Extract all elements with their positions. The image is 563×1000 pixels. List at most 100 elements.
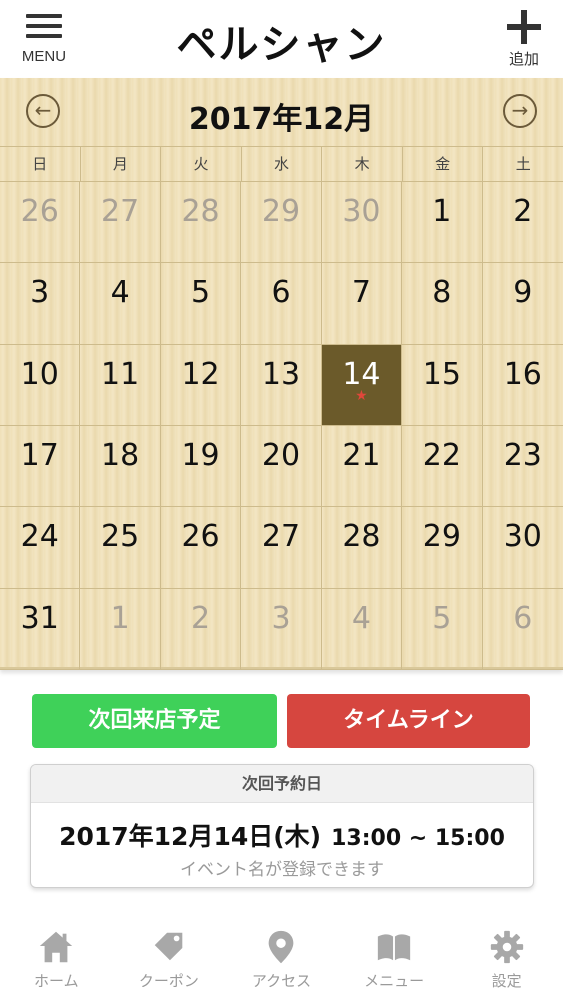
day-number: 25 xyxy=(101,519,140,555)
timeline-button[interactable]: タイムライン xyxy=(287,694,530,748)
bottom-tab-bar: ホーム クーポン アクセス メニュー 設定 xyxy=(0,920,563,1000)
calendar-day[interactable]: 6 xyxy=(241,263,322,345)
calendar-day[interactable]: 5 xyxy=(160,263,242,345)
next-visit-button[interactable]: 次回来店予定 xyxy=(32,694,277,748)
day-number: 1 xyxy=(110,600,130,636)
app-title: ペルシャン xyxy=(176,21,387,68)
calendar-day[interactable]: 8 xyxy=(402,263,483,345)
reservation-date: 2017年12月14日(木) xyxy=(59,822,322,851)
day-number: 6 xyxy=(271,275,291,311)
month-title: 2017年12月 xyxy=(188,102,375,137)
day-number: 16 xyxy=(503,356,542,392)
calendar-day[interactable]: 23 xyxy=(482,426,563,508)
day-number: 2 xyxy=(191,600,211,636)
day-number: 18 xyxy=(101,438,140,473)
reservation-heading: 次回予約日 xyxy=(31,765,533,803)
calendar-day[interactable]: 27 xyxy=(241,507,322,589)
calendar-day[interactable]: 11 xyxy=(80,344,161,426)
day-number: 26 xyxy=(20,194,59,229)
calendar-day[interactable]: 9 xyxy=(482,263,563,345)
day-number: 31 xyxy=(20,600,59,636)
calendar-day[interactable]: 27 xyxy=(80,182,161,264)
calendar-day[interactable]: 5 xyxy=(402,588,483,670)
calendar-day[interactable]: 4 xyxy=(80,263,161,345)
weekday-sat: 土 xyxy=(515,155,531,173)
next-reservation-card[interactable]: 次回予約日 2017年12月14日(木) 13:00 ~ 15:00 イベント名が… xyxy=(30,764,534,888)
calendar-day[interactable]: 6 xyxy=(482,589,563,670)
add-button[interactable]: 追加 xyxy=(501,10,547,68)
calendar-day[interactable]: 3 xyxy=(0,263,81,345)
calendar-day[interactable]: 15 xyxy=(402,344,483,426)
calendar-day[interactable]: 7 xyxy=(321,263,403,345)
calendar-day[interactable]: 30 xyxy=(482,507,563,589)
weekday-thu: 木 xyxy=(322,147,403,181)
day-grid: 26 27 28 29 30 1 2 3 4 5 6 7 8 9 10 11 12 13 14 ★ 15 16 17 18 19… xyxy=(0,182,563,670)
arrow-right-circle-icon: → xyxy=(511,98,529,122)
tab-home[interactable]: ホーム xyxy=(0,920,113,1000)
day-number: 5 xyxy=(432,600,452,636)
reservation-note: イベント名が登録できます xyxy=(180,860,384,880)
calendar-day[interactable]: 3 xyxy=(241,588,322,670)
calendar-day[interactable]: 10 xyxy=(0,344,81,426)
day-number: 27 xyxy=(101,194,140,229)
calendar-day[interactable]: 24 xyxy=(0,507,81,589)
calendar-day[interactable]: 26 xyxy=(160,507,242,589)
tab-access-label: アクセス xyxy=(251,972,312,990)
calendar-day-today[interactable]: 14 ★ xyxy=(321,344,403,426)
calendar-day[interactable]: 20 xyxy=(241,426,322,508)
reservation-time: 13:00 ~ 15:00 xyxy=(331,826,505,851)
weekday-sun: 日 xyxy=(0,147,81,181)
day-number: 30 xyxy=(503,519,542,555)
day-number: 27 xyxy=(261,519,301,555)
next-month-button[interactable]: → xyxy=(503,94,537,128)
calendar-day[interactable]: 21 xyxy=(321,426,403,508)
day-number: 4 xyxy=(110,275,130,311)
tab-home-label: ホーム xyxy=(34,972,79,990)
calendar-day[interactable]: 13 xyxy=(241,344,322,426)
tab-access[interactable]: アクセス xyxy=(225,920,338,1000)
tab-coupon[interactable]: クーポン xyxy=(113,920,226,1000)
calendar-day[interactable]: 1 xyxy=(402,182,483,264)
calendar-day[interactable]: 25 xyxy=(80,507,161,589)
day-number: 21 xyxy=(342,438,381,473)
day-number: 28 xyxy=(342,519,381,555)
calendar-day[interactable]: 31 xyxy=(0,588,81,670)
tab-menu[interactable]: メニュー xyxy=(338,920,451,1000)
day-number: 4 xyxy=(351,600,371,636)
calendar-day[interactable]: 26 xyxy=(0,182,81,264)
weekday-header: 日 月 火 水 木 金 土 xyxy=(0,146,563,182)
calendar-day[interactable]: 2 xyxy=(160,588,242,670)
weekday-wed: 水 xyxy=(242,147,323,181)
calendar-day[interactable]: 28 xyxy=(160,182,242,264)
day-number: 2 xyxy=(513,194,533,229)
weekday-fri: 金 xyxy=(403,147,484,181)
day-number: 14 xyxy=(342,356,381,392)
day-number: 26 xyxy=(181,519,220,555)
gear-icon xyxy=(490,930,523,964)
calendar-day[interactable]: 19 xyxy=(160,426,242,508)
event-star-icon: ★ xyxy=(355,387,368,404)
calendar-day[interactable]: 12 xyxy=(160,344,242,426)
app-header: MENU ペルシャン 追加 xyxy=(0,0,563,78)
calendar-day[interactable]: 4 xyxy=(321,588,403,670)
calendar-day[interactable]: 17 xyxy=(0,426,81,508)
calendar-day[interactable]: 28 xyxy=(321,507,403,589)
calendar-day[interactable]: 29 xyxy=(241,182,322,264)
calendar-day[interactable]: 16 xyxy=(482,345,563,426)
weekday-mon: 月 xyxy=(81,147,162,181)
tab-settings[interactable]: 設定 xyxy=(450,920,563,1000)
day-number: 1 xyxy=(432,194,452,229)
calendar-day[interactable]: 1 xyxy=(80,588,161,670)
calendar: ← 2017年12月 → 日 月 火 水 木 金 土 26 27 28 29 30 1 2 3… xyxy=(0,78,563,670)
home-icon xyxy=(40,931,73,963)
day-number: 28 xyxy=(181,194,220,229)
calendar-day[interactable]: 18 xyxy=(80,426,161,508)
calendar-day[interactable]: 29 xyxy=(402,507,483,589)
day-number: 13 xyxy=(261,356,301,392)
calendar-day[interactable]: 2 xyxy=(482,182,563,264)
book-icon xyxy=(377,934,411,961)
day-number: 3 xyxy=(30,275,50,311)
day-number: 17 xyxy=(20,438,59,473)
calendar-day[interactable]: 22 xyxy=(402,426,483,508)
calendar-day[interactable]: 30 xyxy=(321,182,403,264)
